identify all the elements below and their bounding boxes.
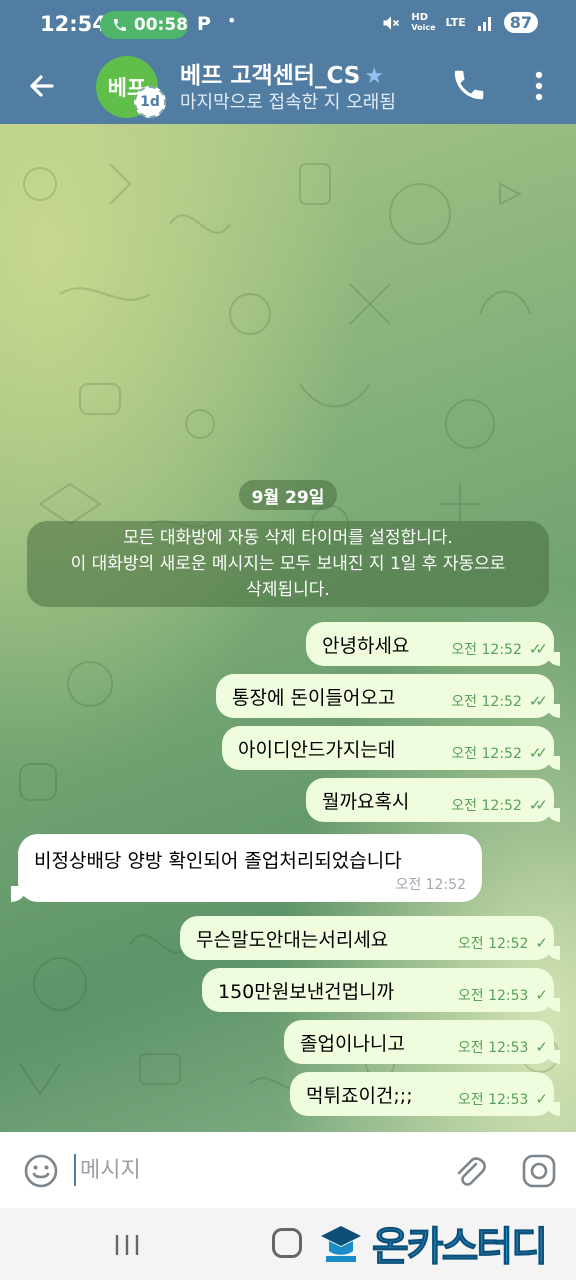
message-text: 먹튀죠이건;;; (306, 1085, 413, 1107)
message-text: 안녕하세요 (322, 635, 410, 657)
outgoing-message[interactable]: 먹튀죠이건;;; 오전 12:53 ✓ (290, 1072, 560, 1116)
incoming-message[interactable]: 비정상배당 양방 확인되어 졸업처리되었습니다 오전 12:52 (11, 834, 482, 902)
single-check-icon: ✓ (535, 1090, 547, 1108)
app-notification-icon: P (197, 13, 211, 35)
watermark-logo: 온카스터디 (316, 1214, 549, 1272)
chat-title[interactable]: 베프 고객센터_CS ★ (180, 56, 384, 90)
message-meta: 오전 12:52 ✓ (457, 934, 548, 952)
service-line: 모든 대화방에 자동 삭제 타이머를 설정합니다. (123, 528, 453, 548)
outgoing-message[interactable]: 안녕하세요 오전 12:52 ✓✓ (306, 622, 560, 666)
message-text: 비정상배당 양방 확인되어 졸업처리되었습니다 (34, 850, 402, 872)
double-check-icon: ✓✓ (528, 744, 548, 762)
message-meta: 오전 12:52 ✓✓ (451, 744, 548, 762)
message-meta: 오전 12:53 ✓ (457, 986, 548, 1004)
paperclip-icon[interactable] (450, 1152, 488, 1190)
message-text: 통장에 돈이들어오고 (232, 687, 396, 709)
signal-icon (477, 16, 491, 31)
outgoing-message[interactable]: 통장에 돈이들어오고 오전 12:52 ✓✓ (216, 674, 560, 718)
message-meta: 오전 12:52 ✓✓ (451, 640, 548, 658)
battery-level: 87 (503, 12, 538, 33)
auto-delete-service-message: 모든 대화방에 자동 삭제 타이머를 설정합니다. 이 대화방의 새로운 메시지… (27, 521, 549, 607)
home-button[interactable] (272, 1228, 302, 1258)
message-meta: 오전 12:52 (395, 877, 466, 893)
date-separator: 9월 29일 (239, 480, 337, 510)
message-input-bar (0, 1132, 576, 1208)
graduation-cap-icon (321, 1226, 361, 1262)
message-meta: 오전 12:53 ✓ (457, 1090, 548, 1108)
message-text: 졸업이나니고 (300, 1033, 405, 1055)
emoji-icon[interactable] (22, 1152, 60, 1190)
mute-icon (383, 15, 400, 30)
notification-dot: • (227, 11, 237, 30)
chat-header: 베프 베프 고객센터_CS ★ 마지막으로 접속한 지 오래됨 (0, 50, 576, 124)
message-meta: 오전 12:52 ✓✓ (451, 796, 548, 814)
lte-icon: LTE (445, 16, 466, 29)
single-check-icon: ✓ (535, 1038, 547, 1056)
status-icons: HD Voice LTE 87 (381, 12, 538, 33)
status-bar: 12:54 00:58 P • HD Voice LTE 87 (0, 0, 576, 50)
message-text: 150만원보낸건멉니까 (218, 981, 395, 1003)
call-timer: 00:58 (133, 15, 188, 35)
double-check-icon: ✓✓ (528, 796, 548, 814)
service-line: 이 대화방의 새로운 메시지는 모두 보내진 지 1일 후 자동으로 (70, 554, 506, 574)
more-vertical-icon[interactable] (526, 68, 552, 104)
message-meta: 오전 12:52 ✓✓ (451, 692, 548, 710)
outgoing-message[interactable]: 150만원보낸건멉니까 오전 12:53 ✓ (202, 968, 560, 1012)
last-seen-status: 마지막으로 접속한 지 오래됨 (180, 92, 396, 113)
text-caret (74, 1154, 76, 1186)
status-time: 12:54 (40, 12, 107, 36)
chat-area[interactable]: 9월 29일 모든 대화방에 자동 삭제 타이머를 설정합니다. 이 대화방의 … (0, 124, 576, 1132)
service-line: 삭제됩니다. (246, 580, 330, 600)
call-icon (113, 19, 126, 31)
back-arrow-icon[interactable] (22, 66, 62, 106)
star-icon: ★ (364, 64, 385, 89)
watermark-text: 온카스터디 (372, 1224, 549, 1271)
message-text: 무슨말도안대는서리세요 (196, 929, 389, 951)
message-input[interactable] (80, 1150, 420, 1190)
double-check-icon: ✓✓ (528, 640, 548, 658)
double-check-icon: ✓✓ (528, 692, 548, 710)
outgoing-message[interactable]: 아이디안드가지는데 오전 12:52 ✓✓ (222, 726, 560, 770)
message-text: 아이디안드가지는데 (238, 739, 396, 761)
camera-icon[interactable] (520, 1152, 558, 1190)
message-meta: 오전 12:53 ✓ (457, 1038, 548, 1056)
system-nav-bar: 온카스터디 (0, 1208, 576, 1280)
outgoing-message[interactable]: 졸업이나니고 오전 12:53 ✓ (284, 1020, 560, 1064)
single-check-icon: ✓ (535, 986, 547, 1004)
recent-apps-icon[interactable] (112, 1230, 142, 1260)
single-check-icon: ✓ (535, 934, 547, 952)
phone-icon[interactable] (450, 66, 488, 104)
ongoing-call-chip[interactable]: 00:58 (100, 11, 188, 39)
outgoing-message[interactable]: 뭘까요혹시 오전 12:52 ✓✓ (306, 778, 560, 822)
auto-delete-timer-badge: 1d (134, 86, 166, 118)
outgoing-message[interactable]: 무슨말도안대는서리세요 오전 12:52 ✓ (180, 916, 560, 960)
message-text: 뭘까요혹시 (322, 791, 410, 813)
hd-voice-icon: HD Voice (411, 11, 436, 32)
